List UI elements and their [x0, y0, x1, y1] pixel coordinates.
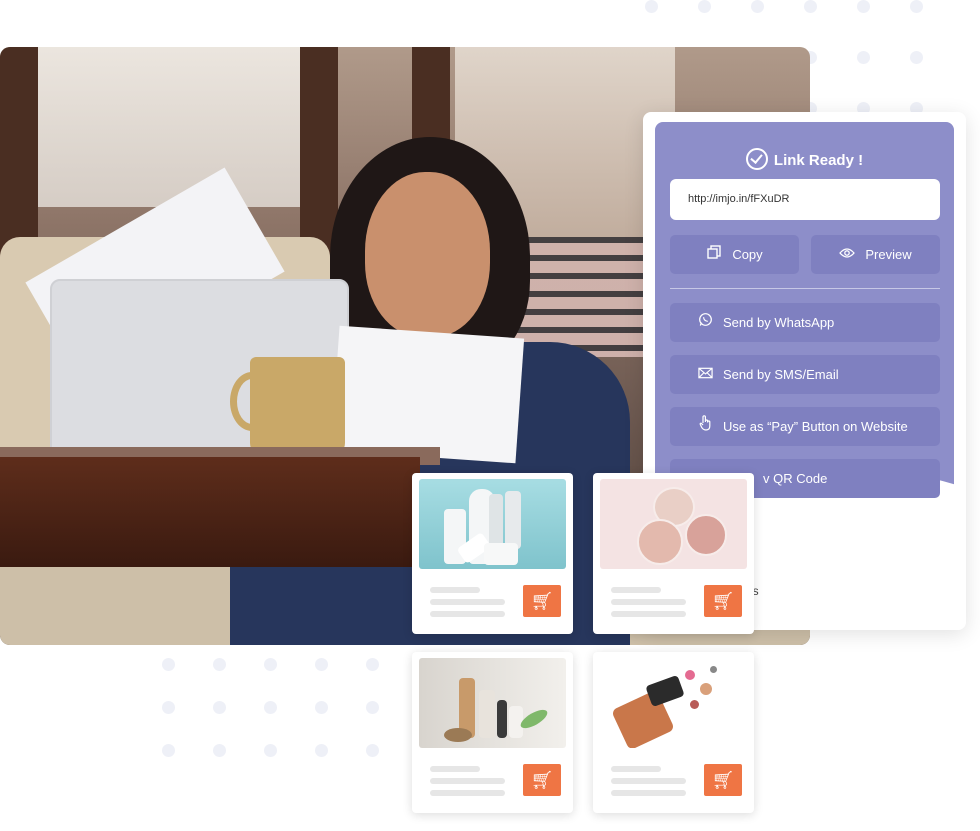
pay-button-label: Use as “Pay” Button on Website [723, 419, 908, 434]
preview-label: Preview [865, 247, 912, 262]
cosmetic-bottles-image [419, 658, 566, 748]
whatsapp-icon [697, 303, 713, 342]
qr-code-label: v QR Code [763, 471, 828, 486]
product-card[interactable]: 🛒︎ [412, 652, 573, 813]
copy-label: Copy [732, 247, 763, 262]
add-to-cart-button[interactable]: 🛒︎ [704, 585, 742, 617]
coffee-mug [250, 357, 345, 457]
send-whatsapp-label: Send by WhatsApp [723, 315, 835, 330]
hand-pointer-icon [697, 407, 713, 446]
mail-icon [697, 355, 713, 394]
add-to-cart-button[interactable]: 🛒︎ [704, 764, 742, 796]
skincare-bottles-image [419, 479, 566, 569]
eye-icon [839, 235, 856, 274]
divider [670, 288, 940, 289]
panel-title-text: Link Ready ! [773, 152, 864, 169]
check-circle-icon [745, 148, 768, 170]
send-sms-email-button[interactable]: Send by SMS/Email [670, 355, 940, 394]
pay-button-option[interactable]: Use as “Pay” Button on Website [670, 407, 940, 446]
send-whatsapp-button[interactable]: Send by WhatsApp [670, 303, 940, 342]
link-url-field[interactable]: http://imjo.in/fFXuDR [670, 179, 940, 220]
cart-icon: 🛒︎ [711, 591, 735, 611]
product-card[interactable]: 🛒︎ [593, 473, 754, 634]
product-card[interactable]: 🛒︎ [593, 652, 754, 813]
send-sms-email-label: Send by SMS/Email [723, 367, 839, 382]
copy-button[interactable]: Copy [670, 235, 799, 274]
copy-icon [706, 235, 722, 274]
panel-title: Link Ready ! [655, 148, 954, 170]
dot-pattern [162, 658, 379, 757]
product-card[interactable]: 🛒︎ [412, 473, 573, 634]
cart-icon: 🛒︎ [711, 770, 735, 790]
makeup-bag-image [600, 658, 747, 748]
wooden-table [0, 457, 420, 567]
preview-button[interactable]: Preview [811, 235, 940, 274]
add-to-cart-button[interactable]: 🛒︎ [523, 585, 561, 617]
cart-icon: 🛒︎ [530, 591, 554, 611]
cart-icon: 🛒︎ [530, 770, 554, 790]
add-to-cart-button[interactable]: 🛒︎ [523, 764, 561, 796]
face-cream-jars-image [600, 479, 747, 569]
